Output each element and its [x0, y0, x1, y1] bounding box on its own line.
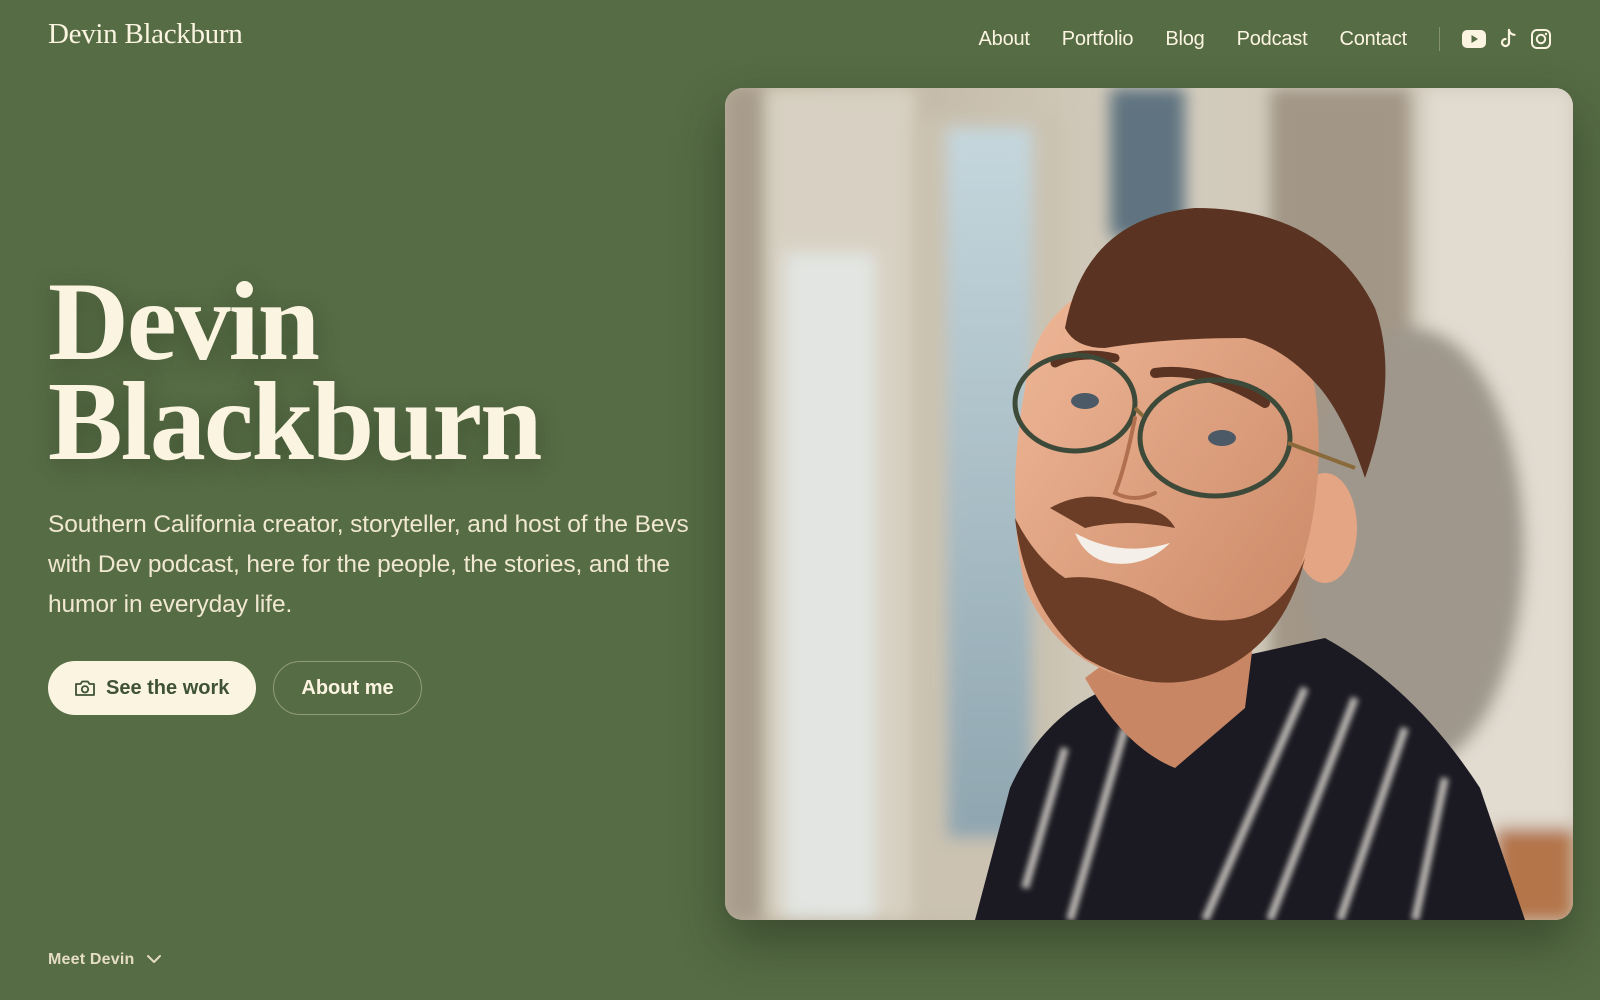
see-work-label: See the work	[106, 676, 230, 699]
site-logo[interactable]: Devin Blackburn	[48, 18, 243, 51]
main-nav: About Portfolio Blog Podcast Contact	[979, 22, 1553, 56]
page: Devin Blackburn About Portfolio Blog Pod…	[0, 0, 1600, 1000]
about-me-button[interactable]: About me	[273, 661, 422, 715]
nav-blog[interactable]: Blog	[1165, 28, 1204, 51]
hero-title-line2: Blackburn	[48, 360, 542, 484]
hero-description: Southern California creator, storyteller…	[48, 511, 689, 618]
nav-portfolio[interactable]: Portfolio	[1062, 28, 1134, 51]
meet-devin-link[interactable]: Meet Devin	[48, 951, 162, 969]
hero-title: Devin Blackburn	[48, 260, 542, 484]
chevron-down-icon	[146, 951, 162, 969]
camera-icon	[74, 679, 96, 697]
social-links	[1450, 28, 1552, 50]
tiktok-icon[interactable]	[1498, 28, 1518, 50]
see-work-button[interactable]: See the work	[48, 661, 257, 715]
about-me-label: About me	[301, 676, 394, 699]
youtube-icon[interactable]	[1462, 30, 1486, 48]
nav-contact[interactable]: Contact	[1339, 28, 1407, 51]
hero-title-line1: Devin	[48, 260, 320, 384]
instagram-icon[interactable]	[1530, 28, 1552, 50]
nav-about[interactable]: About	[979, 28, 1030, 51]
meet-devin-label: Meet Devin	[48, 951, 135, 968]
portrait-photo	[725, 88, 1573, 920]
hero-actions: See the work About me	[48, 661, 422, 715]
nav-divider	[1439, 27, 1440, 51]
nav-podcast[interactable]: Podcast	[1237, 28, 1308, 51]
